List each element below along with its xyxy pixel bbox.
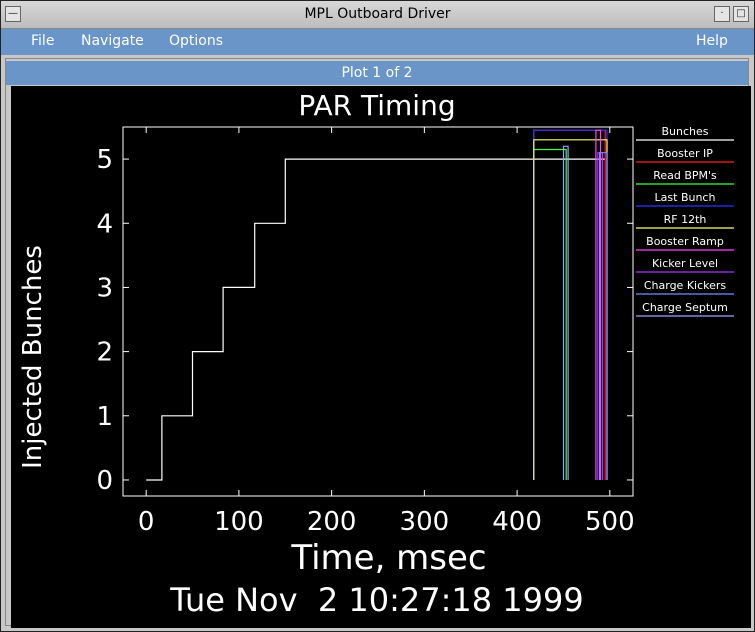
legend-label: RF 12th — [664, 213, 707, 226]
menu-help[interactable]: Help — [696, 33, 728, 49]
series-pulse-booster-ip — [533, 129, 606, 480]
y-tick-label: 3 — [96, 273, 113, 303]
y-tick-label: 2 — [96, 338, 113, 368]
y-tick-label: 0 — [96, 466, 113, 496]
legend-label: Charge Septum — [642, 301, 728, 314]
title-bar[interactable]: — MPL Outboard Driver · □ — [1, 1, 754, 29]
menu-bar: File Navigate Options Help — [1, 29, 754, 55]
maximize-icon[interactable]: □ — [733, 6, 749, 22]
axes: 0 100 200 300 400 500 0 1 2 3 4 5 — [96, 127, 635, 537]
x-tick-label: 100 — [214, 507, 264, 537]
legend: Bunches Booster IP Read BPM's Last Bunch RF … — [636, 125, 734, 317]
y-tick-label: 1 — [96, 402, 113, 432]
y-tick-label: 5 — [96, 145, 113, 175]
timestamp: Tue Nov 2 10:27:18 1999 — [169, 581, 583, 619]
chart-title: PAR Timing — [298, 89, 455, 122]
y-tick-label: 4 — [96, 209, 113, 239]
plot-area — [122, 126, 634, 497]
window-title: MPL Outboard Driver — [304, 6, 451, 22]
x-tick-label: 500 — [585, 507, 635, 537]
legend-label: Kicker Level — [652, 257, 718, 270]
menu-file[interactable]: File — [31, 33, 54, 49]
x-tick-label: 0 — [138, 507, 155, 537]
legend-label: Charge Kickers — [644, 279, 727, 292]
menu-options[interactable]: Options — [169, 33, 223, 49]
legend-label: Bunches — [661, 125, 708, 138]
par-timing-chart: PAR Timing 0 100 200 300 400 500 0 1 2 3 4 5 Time, … — [18, 89, 734, 619]
legend-label: Booster Ramp — [646, 235, 724, 248]
legend-label: Read BPM's — [653, 169, 717, 182]
x-tick-label: 200 — [307, 507, 357, 537]
series-pulse-read-bpm-s — [533, 148, 567, 480]
minimize-icon[interactable]: · — [714, 6, 730, 22]
x-tick-label: 300 — [400, 507, 450, 537]
legend-label: Booster IP — [657, 147, 713, 160]
plot-header: Plot 1 of 2 — [6, 61, 748, 85]
series-layer — [146, 129, 608, 481]
x-tick-label: 400 — [492, 507, 542, 537]
y-axis-label: Injected Bunches — [18, 245, 48, 469]
series-line-bunches — [146, 158, 606, 481]
plot-canvas: PAR Timing 0 100 200 300 400 500 0 1 2 3 4 5 Time, … — [11, 86, 751, 628]
legend-label: Last Bunch — [655, 191, 716, 204]
x-axis-label: Time, msec — [290, 538, 486, 578]
menu-navigate[interactable]: Navigate — [81, 33, 144, 49]
